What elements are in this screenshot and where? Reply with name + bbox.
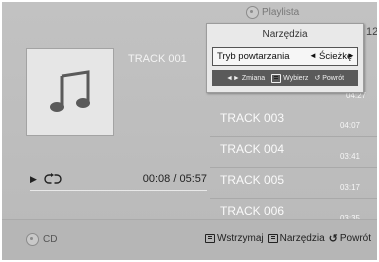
track-count: 12	[366, 26, 377, 38]
return-icon: ↺	[328, 233, 338, 245]
enter-key-icon	[271, 73, 282, 83]
return-label: Powrót	[339, 233, 371, 244]
current-track-title: TRACK 001	[128, 53, 187, 65]
track-name: TRACK 003	[220, 111, 285, 125]
bottom-controls: Wstrzymaj Narzędzia ↺ Powrót	[204, 232, 371, 245]
pause-key-icon	[204, 234, 215, 243]
track-duration: 04:07	[339, 121, 360, 130]
track-list: TRACK 003 04:07 TRACK 004 03:41 TRACK 00…	[210, 106, 377, 230]
repeat-mode-selector[interactable]: Tryb powtarzania ◄ Ścieżkę ►	[212, 47, 358, 66]
select-label: Wybierz	[283, 74, 309, 82]
dialog-footer: ◄► Zmiana Wybierz ↺ Powrót	[212, 70, 358, 86]
playlist-label: Playlista	[262, 7, 300, 18]
return-icon: ↺	[314, 75, 321, 82]
music-note-icon	[50, 70, 90, 112]
return-label: Powrót	[322, 74, 345, 82]
track-name: TRACK 006	[220, 204, 285, 218]
play-icon[interactable]: ▶	[30, 174, 37, 185]
dialog-title: Narzędzia	[262, 29, 308, 40]
album-cover	[26, 48, 114, 136]
select-hint: Wybierz	[271, 73, 309, 83]
playback-controls: ▶ 00:08 / 05:57	[30, 170, 207, 191]
pause-button[interactable]: Wstrzymaj	[204, 233, 264, 244]
tools-dialog: Narzędzia Tryb powtarzania ◄ Ścieżkę ► ◄…	[206, 23, 364, 93]
track-row[interactable]: TRACK 004 03:41	[210, 137, 377, 168]
change-hint: ◄► Zmiana	[226, 75, 265, 82]
playlist-header: Playlista	[246, 6, 299, 19]
player-screen: Playlista 12 TRACK 001 04:27 TRACK 003 0…	[2, 2, 377, 260]
track-row[interactable]: TRACK 003 04:07	[210, 106, 377, 137]
source-indicator: CD	[26, 233, 57, 246]
return-button[interactable]: ↺ Powrót	[329, 232, 371, 245]
pause-label: Wstrzymaj	[216, 233, 264, 244]
bottom-bar: CD Wstrzymaj Narzędzia ↺ Powrót	[2, 219, 377, 260]
track-duration: 03:41	[339, 152, 360, 161]
track-duration: 03:17	[339, 183, 360, 192]
track-name: TRACK 005	[220, 173, 285, 187]
arrow-left-icon[interactable]: ◄	[309, 51, 317, 60]
tools-button[interactable]: Narzędzia	[267, 233, 325, 244]
cd-icon	[26, 233, 39, 246]
track-row[interactable]: TRACK 005 03:17	[210, 168, 377, 199]
left-right-icon: ◄►	[225, 74, 240, 82]
elapsed-time: 00:08 / 05:57	[142, 173, 207, 185]
repeat-mode-label: Tryb powtarzania	[217, 51, 290, 62]
arrow-right-icon[interactable]: ►	[347, 51, 355, 60]
track-name: TRACK 004	[220, 142, 285, 156]
disc-icon	[246, 6, 259, 19]
return-hint: ↺ Powrót	[314, 74, 345, 83]
source-label: CD	[43, 234, 58, 245]
change-label: Zmiana	[241, 74, 266, 82]
tools-label: Narzędzia	[279, 233, 325, 244]
repeat-icon[interactable]	[44, 173, 62, 185]
tools-key-icon	[267, 234, 278, 243]
